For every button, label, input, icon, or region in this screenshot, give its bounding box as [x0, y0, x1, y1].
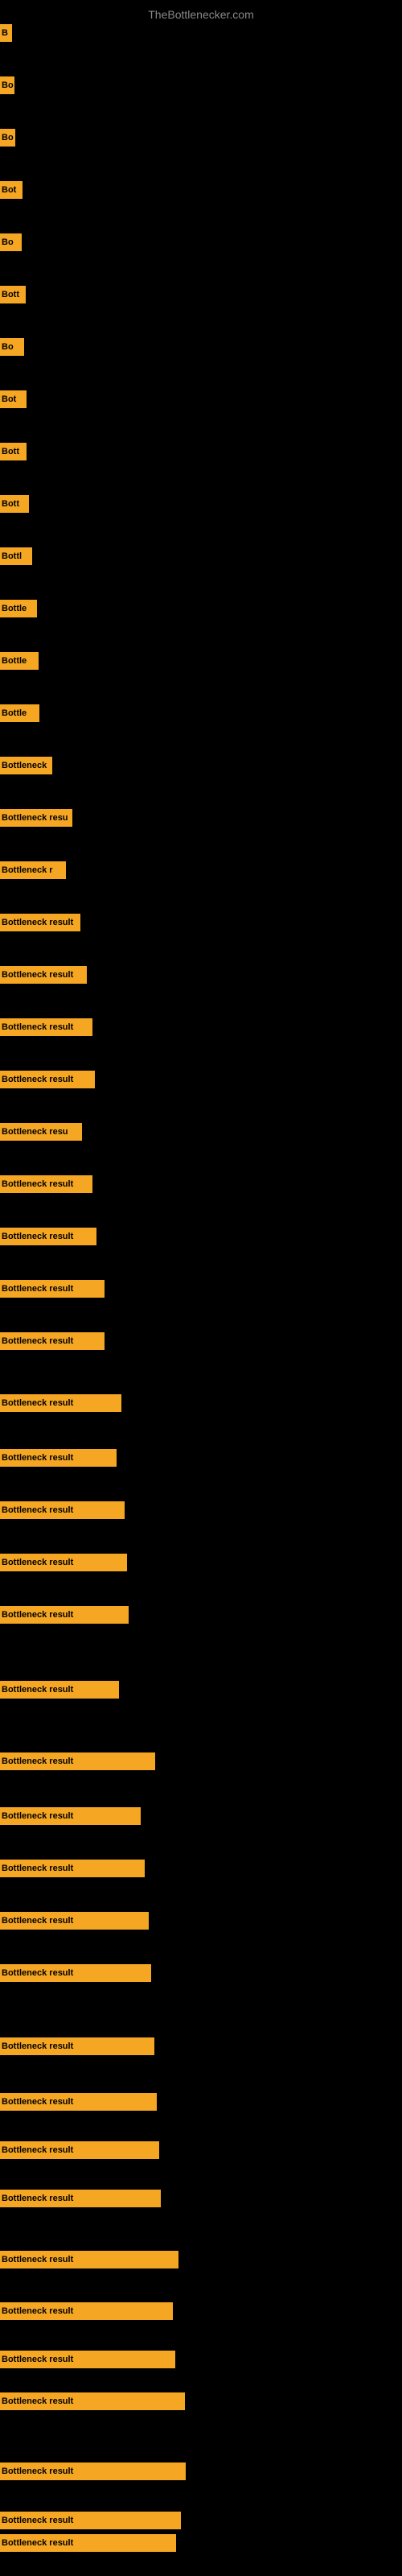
- bottleneck-bar-14: Bottle: [0, 704, 39, 722]
- bottleneck-bar-45: Bottleneck result: [0, 2392, 185, 2410]
- bottleneck-bar-39: Bottleneck result: [0, 2093, 157, 2111]
- bottleneck-bar-7: Bo: [0, 338, 24, 356]
- bottleneck-bar-2: Bo: [0, 76, 14, 94]
- bottleneck-bar-33: Bottleneck result: [0, 1752, 155, 1770]
- bottleneck-bar-16: Bottleneck resu: [0, 809, 72, 827]
- site-title: TheBottlenecker.com: [0, 2, 402, 27]
- bottleneck-bar-43: Bottleneck result: [0, 2302, 173, 2320]
- bottleneck-bar-35: Bottleneck result: [0, 1860, 145, 1877]
- bottleneck-bar-17: Bottleneck r: [0, 861, 66, 879]
- bottleneck-bar-28: Bottleneck result: [0, 1449, 117, 1467]
- bottleneck-bar-6: Bott: [0, 286, 26, 303]
- bottleneck-bar-1: B: [0, 24, 12, 42]
- bottleneck-bar-24: Bottleneck result: [0, 1228, 96, 1245]
- bottleneck-bar-42: Bottleneck result: [0, 2251, 178, 2268]
- bottleneck-bar-26: Bottleneck result: [0, 1332, 105, 1350]
- bottleneck-bar-8: Bot: [0, 390, 27, 408]
- bottleneck-bar-27: Bottleneck result: [0, 1394, 121, 1412]
- bottleneck-bar-21: Bottleneck result: [0, 1071, 95, 1088]
- bottleneck-bar-38: Bottleneck result: [0, 2037, 154, 2055]
- bottleneck-bar-3: Bo: [0, 129, 15, 147]
- bottleneck-bar-11: Bottl: [0, 547, 32, 565]
- bottleneck-bar-13: Bottle: [0, 652, 39, 670]
- bottleneck-bar-47: Bottleneck result: [0, 2512, 181, 2529]
- bottleneck-bar-15: Bottleneck: [0, 757, 52, 774]
- bottleneck-bar-31: Bottleneck result: [0, 1606, 129, 1624]
- bottleneck-bar-10: Bott: [0, 495, 29, 513]
- bottleneck-bar-32: Bottleneck result: [0, 1681, 119, 1699]
- bottleneck-bar-41: Bottleneck result: [0, 2190, 161, 2207]
- bottleneck-bar-19: Bottleneck result: [0, 966, 87, 984]
- bottleneck-bar-20: Bottleneck result: [0, 1018, 92, 1036]
- bottleneck-bar-40: Bottleneck result: [0, 2141, 159, 2159]
- bottleneck-bar-25: Bottleneck result: [0, 1280, 105, 1298]
- bottleneck-bar-48: Bottleneck result: [0, 2534, 176, 2552]
- bottleneck-bar-12: Bottle: [0, 600, 37, 617]
- bottleneck-bar-4: Bot: [0, 181, 23, 199]
- bottleneck-bar-30: Bottleneck result: [0, 1554, 127, 1571]
- bottleneck-bar-5: Bo: [0, 233, 22, 251]
- bottleneck-bar-23: Bottleneck result: [0, 1175, 92, 1193]
- bottleneck-bar-46: Bottleneck result: [0, 2462, 186, 2480]
- bottleneck-bar-36: Bottleneck result: [0, 1912, 149, 1930]
- bottleneck-bar-37: Bottleneck result: [0, 1964, 151, 1982]
- bottleneck-bar-22: Bottleneck resu: [0, 1123, 82, 1141]
- bottleneck-bar-29: Bottleneck result: [0, 1501, 125, 1519]
- bottleneck-bar-44: Bottleneck result: [0, 2351, 175, 2368]
- bottleneck-bar-34: Bottleneck result: [0, 1807, 141, 1825]
- bottleneck-bar-18: Bottleneck result: [0, 914, 80, 931]
- bottleneck-bar-9: Bott: [0, 443, 27, 460]
